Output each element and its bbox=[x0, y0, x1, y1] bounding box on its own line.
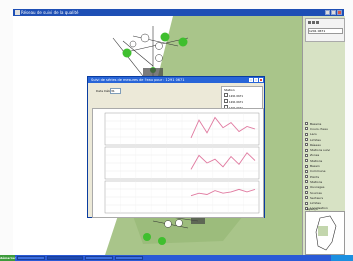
preview-label: Aperçu bbox=[307, 207, 318, 211]
pan-icon[interactable] bbox=[312, 21, 315, 24]
layer-checkbox[interactable] bbox=[305, 175, 308, 179]
close-button[interactable] bbox=[337, 10, 342, 15]
layer-checkbox[interactable] bbox=[305, 169, 308, 173]
series-line bbox=[190, 152, 256, 170]
layer-checkbox[interactable] bbox=[305, 138, 308, 142]
window-controls bbox=[325, 10, 342, 15]
station-marker[interactable] bbox=[122, 48, 132, 58]
info-icon[interactable] bbox=[316, 21, 319, 24]
station-node[interactable] bbox=[140, 33, 150, 43]
taskbar-item[interactable] bbox=[17, 256, 45, 260]
series-line bbox=[190, 116, 256, 139]
layer-checkbox[interactable] bbox=[305, 180, 308, 184]
legend-header: Station bbox=[224, 88, 235, 92]
station-node[interactable] bbox=[155, 54, 163, 62]
layer-checkbox[interactable] bbox=[305, 153, 308, 157]
dialog-close-button[interactable] bbox=[259, 78, 263, 82]
layer-checkbox[interactable] bbox=[305, 148, 308, 152]
layer-checkbox[interactable] bbox=[305, 201, 308, 205]
layers-panel: 1291 0671 Bassins Cours d'eau Lacs Limit… bbox=[302, 16, 345, 255]
station-marker[interactable] bbox=[158, 237, 166, 245]
measurement-dialog: Suivi de séries de mesures de l'eau pour… bbox=[87, 76, 265, 218]
layer-checkbox[interactable] bbox=[305, 164, 308, 168]
window-title: Réseau de suivi de la qualité bbox=[21, 10, 79, 15]
dialog-controls bbox=[249, 78, 263, 82]
panel-toolbar: 1291 0671 bbox=[305, 18, 345, 42]
dialog-maximize-button[interactable] bbox=[254, 78, 258, 82]
taskbar-item[interactable] bbox=[47, 256, 83, 260]
layer-checkbox[interactable] bbox=[305, 185, 308, 189]
chart-svg bbox=[104, 112, 260, 214]
dialog-titlebar: Suivi de séries de mesures de l'eau pour… bbox=[88, 77, 264, 83]
overview-drawing bbox=[315, 215, 337, 251]
layer-checkbox[interactable] bbox=[305, 127, 308, 131]
station-node[interactable] bbox=[155, 42, 163, 50]
overview-map[interactable]: Aperçu bbox=[305, 207, 345, 255]
start-button[interactable]: démarrer bbox=[0, 255, 16, 261]
maximize-button[interactable] bbox=[331, 10, 336, 15]
station-node[interactable] bbox=[164, 220, 172, 228]
station-selector[interactable]: 1291 0671 bbox=[308, 28, 343, 34]
legend-box: Station 1291 0671 1291 0671 1291 0671 bbox=[221, 86, 263, 110]
minimize-button[interactable] bbox=[325, 10, 330, 15]
app-icon bbox=[15, 10, 20, 15]
series-line bbox=[190, 188, 256, 197]
layer-checkbox[interactable] bbox=[305, 196, 308, 200]
taskbar-item[interactable] bbox=[115, 256, 143, 260]
chart-area bbox=[92, 108, 264, 218]
dialog-title: Suivi de séries de mesures de l'eau pour… bbox=[91, 78, 185, 82]
layer-checkbox[interactable] bbox=[305, 191, 308, 194]
system-tray bbox=[331, 255, 353, 261]
view-extent[interactable] bbox=[318, 226, 328, 236]
zoom-icon[interactable] bbox=[308, 21, 311, 24]
station-node[interactable] bbox=[175, 219, 183, 227]
layer-checkbox[interactable] bbox=[305, 143, 308, 147]
layer-checkbox[interactable] bbox=[305, 122, 308, 126]
layer-list: Bassins Cours d'eau Lacs Limites Réseau … bbox=[305, 121, 343, 211]
station-marker[interactable] bbox=[178, 37, 188, 47]
desktop-screen: Réseau de suivi de la qualité 1291 0671 … bbox=[0, 0, 353, 261]
taskbar: démarrer bbox=[0, 255, 353, 261]
taskbar-item[interactable] bbox=[85, 256, 113, 260]
dialog-minimize-button[interactable] bbox=[249, 78, 253, 82]
layer-checkbox[interactable] bbox=[305, 132, 308, 136]
station-node[interactable] bbox=[129, 40, 137, 48]
date-input[interactable]: 31 bbox=[110, 88, 121, 94]
layer-checkbox[interactable] bbox=[305, 159, 308, 163]
station-marker[interactable] bbox=[143, 233, 151, 241]
station-marker[interactable] bbox=[160, 32, 170, 42]
station-cluster[interactable] bbox=[143, 68, 163, 76]
main-window-titlebar: Réseau de suivi de la qualité bbox=[13, 9, 344, 16]
